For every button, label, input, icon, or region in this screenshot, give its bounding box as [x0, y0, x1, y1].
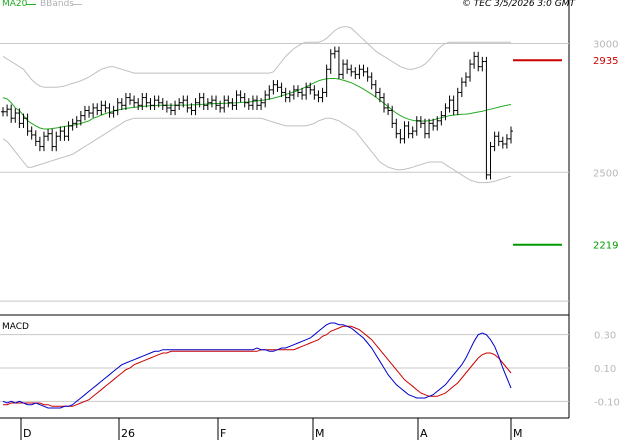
bbands-upper-line	[2, 26, 511, 88]
bbands-lower-line	[2, 117, 512, 184]
x-axis-label: F	[220, 427, 226, 440]
x-axis-label: A	[420, 427, 428, 440]
macd-tick-label: 0.30	[594, 331, 616, 342]
macd-line	[2, 322, 512, 409]
macd-signal-line	[3, 325, 512, 407]
macd-tick-label: -0.10	[594, 397, 620, 408]
price-tick-label: 3000	[593, 39, 618, 50]
x-axis-label: 26	[121, 427, 135, 440]
level-label: 2219	[593, 241, 618, 252]
price-tick-label: 2500	[593, 168, 618, 179]
stock-chart: 3000 2500 2935 2219 0.30 0.10 -0.10 D 26 F M A M	[0, 0, 620, 440]
macd-tick-label: 0.10	[594, 364, 616, 375]
x-axis-label: M	[315, 427, 325, 440]
x-axis-label: M	[513, 427, 523, 440]
level-label: 2935	[593, 56, 618, 67]
x-axis-label: D	[23, 427, 31, 440]
